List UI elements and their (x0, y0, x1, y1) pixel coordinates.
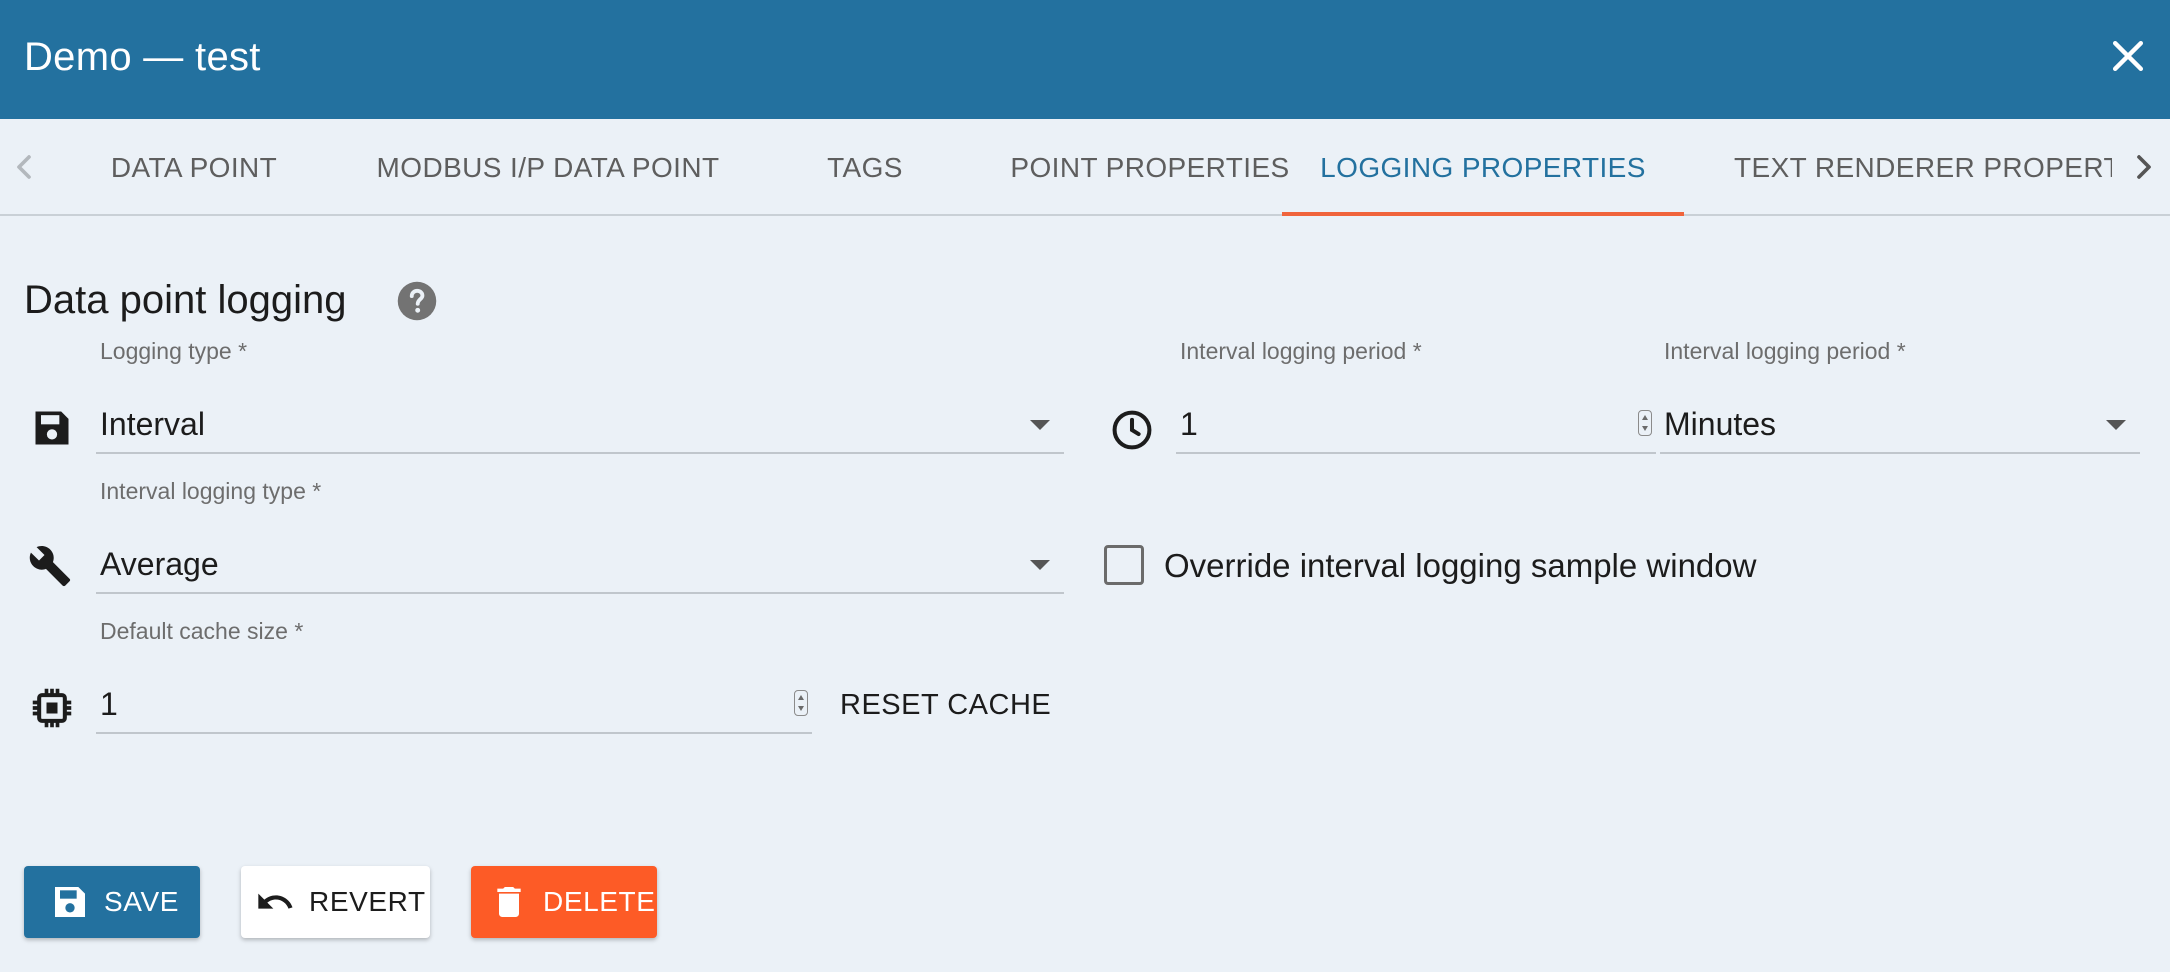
logging-type-value: Interval (100, 406, 205, 442)
help-circle-icon[interactable] (396, 280, 438, 322)
floppy-disk-icon (55, 887, 85, 917)
default-cache-size-label: Default cache size * (100, 618, 304, 644)
interval-period-unit-value: Minutes (1664, 406, 1777, 442)
clock-icon (1112, 410, 1152, 450)
default-cache-size-input[interactable]: Default cache size * 1 (96, 618, 812, 734)
chevron-left-icon[interactable] (4, 147, 44, 187)
interval-logging-type-select[interactable]: Interval logging type * Average (96, 478, 1064, 594)
delete-button-label: Delete (543, 886, 656, 917)
chevron-down-icon (1030, 560, 1050, 570)
logging-type-label: Logging type * (100, 338, 248, 364)
tab-point-properties[interactable]: Point properties (970, 119, 1330, 214)
tab-bar: Data point Modbus I/P data point Tags Po… (0, 119, 2170, 216)
interval-period-unit-label: Interval logging period * (1664, 338, 1906, 364)
tab-modbus-ip-data-point[interactable]: Modbus I/P data point (362, 119, 734, 214)
default-cache-size-value: 1 (100, 686, 118, 722)
save-button-label: Save (104, 886, 180, 917)
reset-cache-button[interactable]: Reset cache (828, 680, 1063, 730)
tabs-scroller: Data point Modbus I/P data point Tags Po… (48, 119, 2112, 216)
number-spinner[interactable] (1638, 410, 1652, 436)
revert-button[interactable]: Revert (241, 866, 430, 938)
chevron-right-icon[interactable] (2124, 147, 2164, 187)
chevron-down-icon (1030, 420, 1050, 430)
override-sample-window-label: Override interval logging sample window (1164, 547, 1757, 584)
revert-button-label: Revert (309, 886, 426, 917)
number-spinner[interactable] (794, 690, 808, 716)
interval-period-label: Interval logging period * (1180, 338, 1422, 364)
section-title: Data point logging (24, 278, 347, 322)
wrench-icon (29, 546, 71, 587)
dialog-title: Demo — test (24, 35, 261, 79)
override-sample-window-checkbox[interactable] (1104, 545, 1144, 585)
chevron-down-icon (2106, 420, 2126, 430)
floppy-disk-icon (35, 411, 69, 445)
interval-logging-type-label: Interval logging type * (100, 478, 322, 504)
logging-type-select[interactable]: Logging type * Interval (96, 338, 1064, 454)
interval-period-unit-select[interactable]: Interval logging period * Minutes (1660, 338, 2140, 454)
trash-icon (497, 887, 521, 917)
interval-period-input[interactable]: Interval logging period * 1 (1176, 338, 1656, 454)
dialog-header: Demo — test (0, 0, 2170, 119)
save-button[interactable]: Save (24, 866, 200, 938)
interval-logging-type-value: Average (100, 546, 219, 582)
chip-icon (32, 688, 72, 728)
tab-text-renderer-properties[interactable]: Text renderer properties (1734, 119, 2112, 214)
tab-logging-properties[interactable]: Logging properties (1282, 119, 1684, 216)
undo-icon (258, 893, 293, 909)
tab-data-point[interactable]: Data point (104, 119, 284, 214)
delete-button[interactable]: Delete (471, 866, 657, 938)
tab-tags[interactable]: Tags (800, 119, 930, 214)
interval-period-value: 1 (1180, 406, 1198, 442)
close-icon[interactable] (2106, 34, 2150, 78)
